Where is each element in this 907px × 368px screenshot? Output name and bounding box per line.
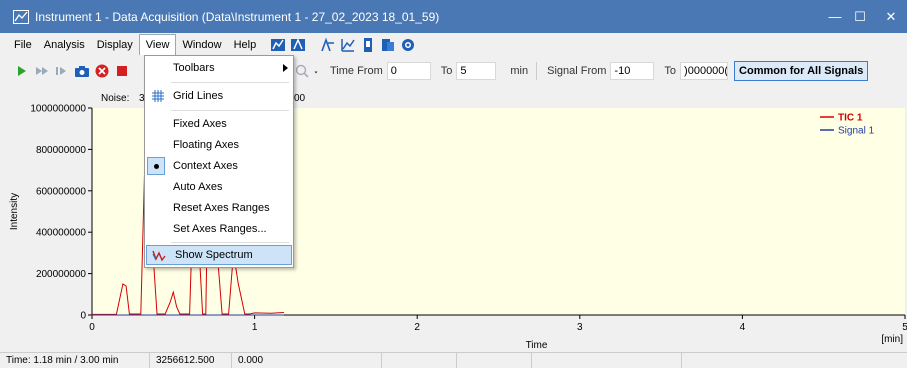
time-unit-label: min [510, 65, 529, 77]
signal-to-label: To [664, 65, 677, 77]
x-tick-label: 2 [414, 322, 420, 333]
menu-item-context-axes-label: Context Axes [173, 160, 238, 172]
view-menu-dropdown: Toolbars Grid Lines Fixed Axes Floating … [144, 55, 294, 268]
y-tick-label: 800000000 [36, 145, 86, 156]
close-button[interactable]: ✕ [868, 0, 907, 33]
menu-item-toolbars-label: Toolbars [173, 62, 215, 74]
spectrum-icon [152, 250, 166, 262]
menu-view[interactable]: View [138, 34, 177, 55]
x-tick-label: 0 [89, 322, 95, 333]
time-from-label: Time From [330, 65, 383, 77]
menu-item-show-spectrum-label: Show Spectrum [175, 249, 253, 261]
menu-item-grid-lines-label: Grid Lines [173, 90, 224, 102]
fast-forward-icon[interactable] [34, 63, 50, 79]
chart-app-icon [13, 9, 29, 24]
menu-separator [171, 242, 289, 243]
step-forward-icon[interactable] [54, 63, 70, 79]
zoom-out-icon[interactable] [294, 63, 310, 79]
snapshot-icon[interactable] [74, 63, 90, 79]
signal-from-label: Signal From [547, 65, 607, 77]
status-value: 3256612.500 [150, 352, 232, 368]
common-for-all-signals-button[interactable]: Common for All Signals [734, 61, 869, 81]
legend-label: Signal 1 [838, 126, 875, 137]
x-unit-label: [min] [881, 334, 903, 345]
target-icon[interactable] [400, 37, 416, 53]
y-tick-label: 600000000 [36, 186, 86, 197]
y-tick-label: 1000000000 [30, 104, 86, 115]
grid-icon [152, 90, 164, 102]
chart-svg[interactable]: Noise: 3 000200000000400000000600000000800… [0, 86, 907, 352]
menu-item-set-axes-ranges-label: Set Axes Ranges... [173, 223, 267, 235]
menu-display[interactable]: Display [91, 34, 139, 55]
status-time: Time: 1.18 min / 3.00 min [0, 352, 150, 368]
zoom-dropdown-icon[interactable] [314, 63, 322, 79]
time-from-input[interactable]: 0 [386, 62, 431, 80]
status-bar: Time: 1.18 min / 3.00 min 3256612.500 0.… [0, 352, 907, 368]
menu-item-auto-axes-label: Auto Axes [173, 181, 223, 193]
status-empty-3 [532, 352, 682, 368]
signal-to-input[interactable]: )000000( [680, 62, 729, 80]
x-tick-label: 5 [902, 322, 907, 333]
menu-item-fixed-axes-label: Fixed Axes [173, 118, 227, 130]
documents-icon[interactable] [380, 37, 396, 53]
noise-label: Noise: [101, 93, 129, 104]
menu-item-auto-axes[interactable]: Auto Axes [145, 177, 293, 197]
signal-from-input[interactable]: -10 [610, 62, 655, 80]
x-tick-label: 3 [577, 322, 583, 333]
noise-value-partial-2: 00 [294, 93, 306, 104]
submenu-arrow-icon [283, 64, 288, 72]
menu-item-floating-axes[interactable]: Floating Axes [145, 135, 293, 155]
menu-separator [171, 110, 289, 111]
time-to-label: To [440, 65, 453, 77]
menu-bar: File Analysis Display View Window Help [0, 33, 907, 56]
play-icon[interactable] [14, 63, 30, 79]
y-tick-label: 200000000 [36, 269, 86, 280]
checked-indicator-icon [147, 157, 165, 175]
menu-window[interactable]: Window [176, 34, 227, 55]
menu-help[interactable]: Help [228, 34, 263, 55]
y-tick-label: 400000000 [36, 228, 86, 239]
report-icon[interactable] [360, 37, 376, 53]
y-tick-label: 0 [80, 311, 86, 322]
menu-item-reset-axes-ranges-label: Reset Axes Ranges [173, 202, 270, 214]
integration-icon[interactable] [340, 37, 356, 53]
x-axis-label: Time [526, 340, 548, 351]
x-tick-label: 1 [252, 322, 258, 333]
stop-icon[interactable] [114, 63, 130, 79]
menu-item-context-axes[interactable]: Context Axes [145, 156, 293, 176]
x-tick-label: 4 [740, 322, 746, 333]
y-axis-label: Intensity [9, 193, 20, 230]
time-to-input[interactable]: 5 [456, 62, 497, 80]
chart-view-icon[interactable] [270, 37, 286, 53]
status-empty-1 [382, 352, 457, 368]
toolbar: Time From 0 To 5 min Signal From -10 To … [0, 56, 907, 86]
legend-label: TIC 1 [838, 113, 863, 124]
peak-table-icon[interactable] [290, 37, 306, 53]
menu-item-show-spectrum[interactable]: Show Spectrum [146, 245, 292, 265]
menu-separator [171, 82, 289, 83]
window-title: Instrument 1 - Data Acquisition (Data\In… [35, 9, 440, 24]
menu-item-toolbars[interactable]: Toolbars [145, 58, 293, 78]
menu-item-grid-lines[interactable]: Grid Lines [145, 86, 293, 106]
status-empty-2 [457, 352, 532, 368]
title-bar: Instrument 1 - Data Acquisition (Data\In… [0, 0, 907, 33]
menu-file[interactable]: File [8, 34, 38, 55]
menu-item-fixed-axes[interactable]: Fixed Axes [145, 114, 293, 134]
menu-item-set-axes-ranges[interactable]: Set Axes Ranges... [145, 219, 293, 239]
abort-icon[interactable] [94, 63, 110, 79]
calibration-icon[interactable] [320, 37, 336, 53]
menu-item-floating-axes-label: Floating Axes [173, 139, 240, 151]
menu-item-reset-axes-ranges[interactable]: Reset Axes Ranges [145, 198, 293, 218]
menu-analysis[interactable]: Analysis [38, 34, 91, 55]
chromatogram-chart[interactable]: Noise: 3 00 0 200000000 400000000 600000000 800… [0, 86, 907, 352]
status-value2: 0.000 [232, 352, 382, 368]
